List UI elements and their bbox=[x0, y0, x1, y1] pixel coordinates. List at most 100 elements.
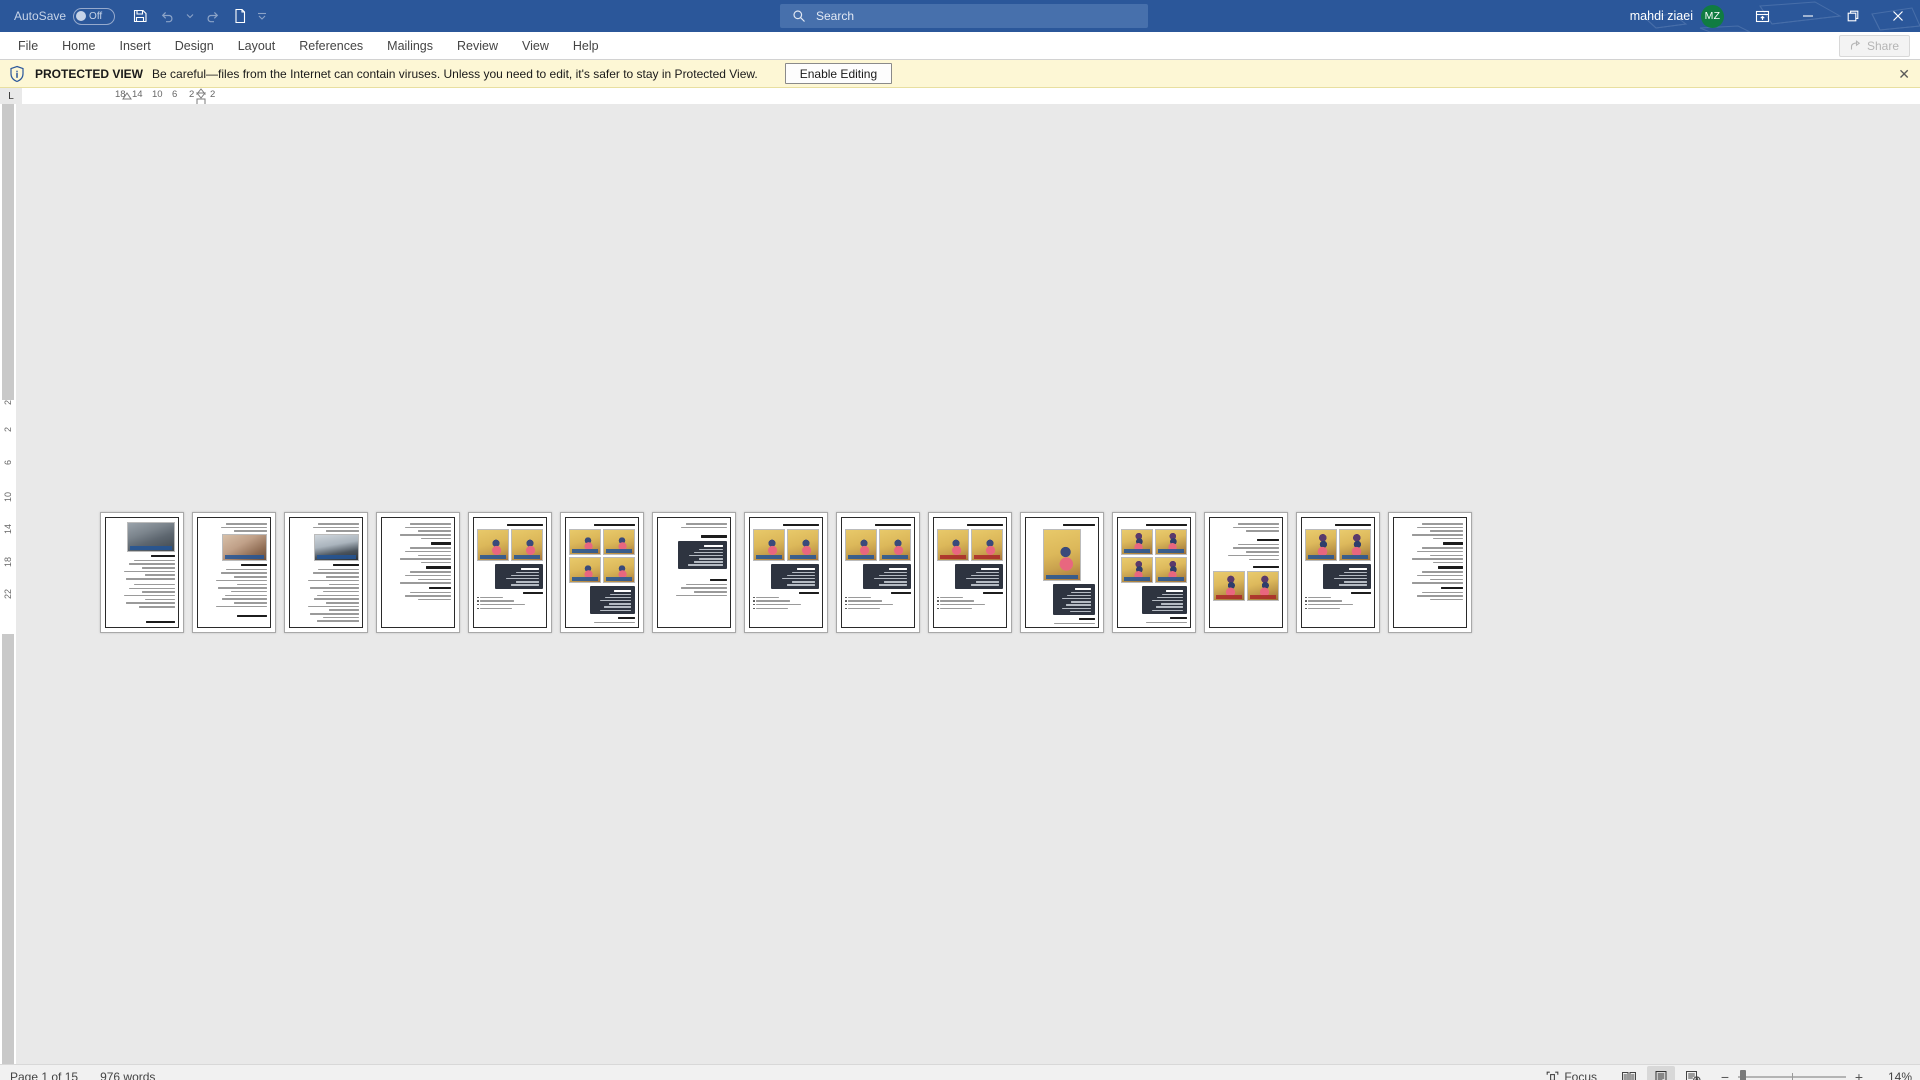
zoom-out-button[interactable]: − bbox=[1719, 1069, 1731, 1080]
page-thumbnail[interactable] bbox=[928, 512, 1012, 633]
search-input[interactable]: Search bbox=[780, 4, 1148, 28]
protected-view-label: PROTECTED VIEW bbox=[35, 66, 144, 81]
tab-view[interactable]: View bbox=[510, 32, 561, 60]
page-thumbnail[interactable] bbox=[192, 512, 276, 633]
page-thumbnail[interactable] bbox=[1204, 512, 1288, 633]
customize-quick-access-toolbar-icon[interactable] bbox=[255, 3, 269, 29]
page-thumbnail[interactable] bbox=[1296, 512, 1380, 633]
hruler-tick-10: 10 bbox=[152, 89, 163, 100]
first-line-indent-marker[interactable] bbox=[121, 91, 133, 103]
page-border bbox=[1209, 517, 1283, 628]
page-thumbnail[interactable] bbox=[284, 512, 368, 633]
autosave-control[interactable]: AutoSave Off bbox=[14, 7, 116, 25]
zoom-slider-thumb[interactable] bbox=[1740, 1070, 1746, 1080]
page-border bbox=[657, 517, 731, 628]
search-placeholder: Search bbox=[816, 9, 855, 23]
autosave-toggle-knob bbox=[76, 11, 87, 21]
horizontal-ruler[interactable]: 18 14 10 6 2 2 bbox=[22, 88, 1920, 106]
page-thumbnail[interactable] bbox=[744, 512, 828, 633]
page-indicator[interactable]: Page 1 of 15 bbox=[10, 1070, 78, 1080]
zoom-level-label[interactable]: 14% bbox=[1878, 1070, 1912, 1080]
autosave-label: AutoSave bbox=[14, 9, 67, 23]
tab-references[interactable]: References bbox=[287, 32, 375, 60]
page-content bbox=[845, 521, 911, 624]
vruler-tick-2b: 2 bbox=[3, 427, 13, 433]
titlebar-right-group: mahdi ziaei MZ bbox=[1630, 0, 1920, 32]
page-border bbox=[841, 517, 915, 628]
undo-icon[interactable] bbox=[155, 3, 181, 29]
page-border bbox=[381, 517, 455, 628]
read-mode-button[interactable] bbox=[1615, 1066, 1643, 1080]
zoom-control[interactable]: − + 14% bbox=[1719, 1069, 1912, 1080]
tab-review[interactable]: Review bbox=[445, 32, 510, 60]
ribbon-display-options-button[interactable] bbox=[1740, 0, 1785, 32]
autosave-toggle[interactable]: Off bbox=[73, 7, 116, 25]
page-content bbox=[109, 521, 175, 624]
page-border bbox=[289, 517, 363, 628]
new-document-icon[interactable] bbox=[227, 3, 253, 29]
vertical-ruler[interactable]: 2 2 6 10 14 18 22 bbox=[0, 104, 16, 1064]
tab-help[interactable]: Help bbox=[561, 32, 611, 60]
page-content bbox=[1397, 521, 1463, 624]
print-layout-button[interactable] bbox=[1647, 1066, 1675, 1080]
page-content bbox=[1213, 521, 1279, 624]
tab-home[interactable]: Home bbox=[50, 32, 107, 60]
page-thumbnail[interactable] bbox=[468, 512, 552, 633]
tab-stop-selector[interactable]: L bbox=[0, 88, 22, 104]
page-thumbnail[interactable] bbox=[100, 512, 184, 633]
enable-editing-button[interactable]: Enable Editing bbox=[784, 63, 893, 84]
search-icon bbox=[793, 10, 805, 22]
redo-icon[interactable] bbox=[199, 3, 225, 29]
page-border bbox=[197, 517, 271, 628]
undo-dropdown-icon[interactable] bbox=[183, 3, 197, 29]
page-border bbox=[749, 517, 823, 628]
zoom-slider-midpoint bbox=[1792, 1073, 1793, 1080]
focus-icon bbox=[1546, 1071, 1559, 1080]
page-content bbox=[937, 521, 1003, 624]
page-border bbox=[1025, 517, 1099, 628]
protected-view-bar: PROTECTED VIEW Be careful—files from the… bbox=[0, 60, 1920, 88]
page-thumbnail[interactable] bbox=[1112, 512, 1196, 633]
shield-info-icon bbox=[10, 65, 24, 82]
tab-file[interactable]: File bbox=[6, 32, 50, 60]
save-icon[interactable] bbox=[127, 3, 153, 29]
vruler-tick-2a: 2 bbox=[3, 400, 13, 406]
autosave-state-label: Off bbox=[89, 10, 103, 22]
page-thumbnail[interactable] bbox=[560, 512, 644, 633]
minimize-button[interactable] bbox=[1785, 0, 1830, 32]
page-thumbnail[interactable] bbox=[1388, 512, 1472, 633]
tab-insert[interactable]: Insert bbox=[108, 32, 163, 60]
avatar[interactable]: MZ bbox=[1701, 4, 1724, 28]
page-thumbnail[interactable] bbox=[652, 512, 736, 633]
restore-button[interactable] bbox=[1830, 0, 1875, 32]
hruler-tick-2b: 2 bbox=[210, 89, 216, 100]
page-border bbox=[1301, 517, 1375, 628]
page-thumbnail[interactable] bbox=[1020, 512, 1104, 633]
tab-layout[interactable]: Layout bbox=[226, 32, 288, 60]
web-layout-button[interactable] bbox=[1679, 1066, 1707, 1080]
page-content bbox=[1121, 521, 1187, 624]
page-content bbox=[569, 521, 635, 624]
close-button[interactable] bbox=[1875, 0, 1920, 32]
share-button[interactable]: Share bbox=[1838, 35, 1910, 57]
share-icon bbox=[1850, 40, 1861, 50]
document-workspace: 2 2 6 10 14 18 22 bbox=[0, 104, 1920, 1064]
close-icon[interactable]: ✕ bbox=[1898, 60, 1910, 88]
pages-strip[interactable] bbox=[16, 104, 1920, 1064]
status-bar-right: Focus − + 14% bbox=[1546, 1065, 1912, 1080]
status-bar-left: Page 1 of 15 976 words bbox=[10, 1070, 155, 1080]
page-thumbnail[interactable] bbox=[836, 512, 920, 633]
tab-mailings[interactable]: Mailings bbox=[375, 32, 445, 60]
page-border bbox=[473, 517, 547, 628]
page-thumbnail[interactable] bbox=[376, 512, 460, 633]
status-bar: Page 1 of 15 976 words Focus − + 14% bbox=[0, 1064, 1920, 1080]
word-count[interactable]: 976 words bbox=[100, 1070, 155, 1080]
focus-mode-button[interactable]: Focus bbox=[1546, 1070, 1597, 1080]
quick-access-toolbar bbox=[127, 3, 269, 29]
share-label: Share bbox=[1866, 39, 1899, 53]
zoom-in-button[interactable]: + bbox=[1853, 1069, 1865, 1080]
tab-design[interactable]: Design bbox=[163, 32, 226, 60]
account-name[interactable]: mahdi ziaei bbox=[1630, 9, 1693, 23]
title-bar: AutoSave Off Search mahdi ziaei MZ bbox=[0, 0, 1920, 32]
zoom-slider[interactable] bbox=[1738, 1070, 1846, 1080]
